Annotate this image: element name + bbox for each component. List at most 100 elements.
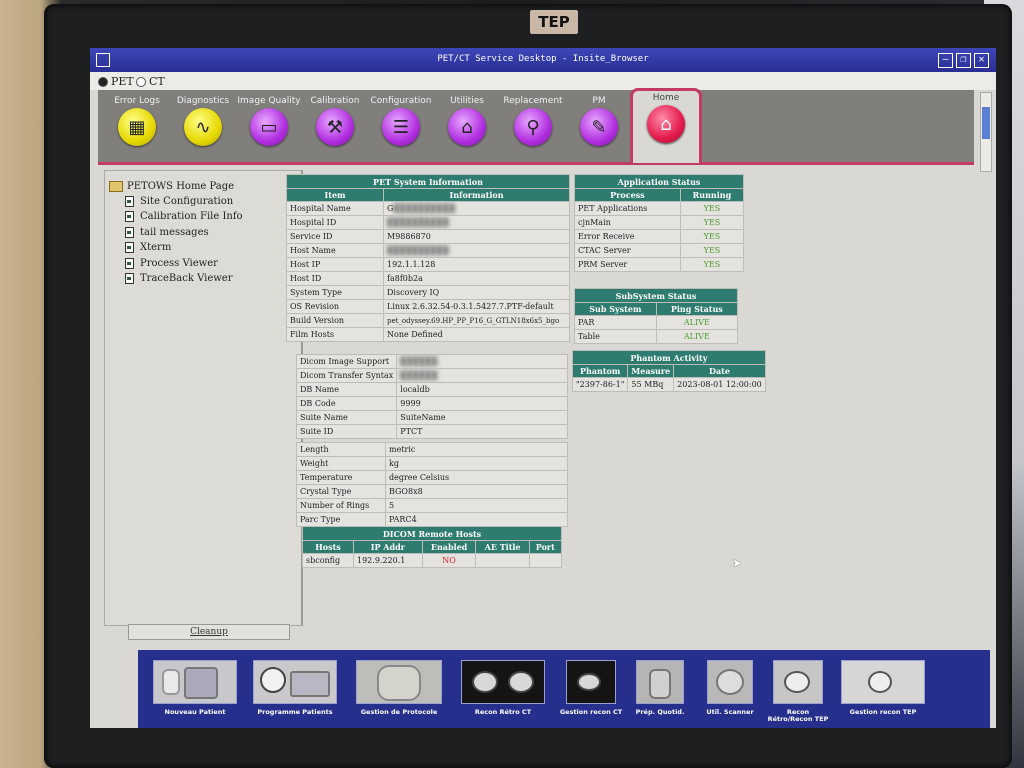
toolbar-label: Home: [652, 93, 680, 103]
column-header: Process: [574, 188, 681, 202]
task-programme-patients[interactable]: Programme Patients: [250, 660, 340, 724]
document-icon: [125, 227, 134, 238]
tree-item-tail-messages[interactable]: tail messages: [125, 227, 209, 238]
window-title: PET/CT Service Desktop - Insite_Browser: [437, 54, 649, 64]
table-row: Host IP 192.1.1.128: [286, 257, 570, 272]
info-cell: Linux 2.6.32.54-0.3.1.5427.7.PTF-default: [383, 299, 570, 314]
redacted-text: ██████████: [393, 204, 455, 213]
restore-button[interactable]: ❐: [956, 53, 971, 68]
log-icon: ▦: [118, 108, 156, 146]
item-cell: Suite Name: [295, 410, 398, 425]
minimize-button[interactable]: –: [938, 53, 953, 68]
info-cell: Discovery IQ: [383, 285, 570, 300]
info-cell: localdb: [396, 382, 568, 397]
toolbar-utilities[interactable]: Utilities ⌂: [434, 94, 500, 158]
ct-retro-recon-icon: [461, 660, 545, 704]
dicom-db-table: Dicom Image Support ██████ Dicom Transfer…: [295, 354, 568, 439]
tree-item-process-viewer[interactable]: Process Viewer: [125, 258, 218, 269]
cleanup-button[interactable]: Cleanup: [128, 624, 290, 640]
table-caption: Application Status: [574, 174, 744, 189]
info-cell: 5: [385, 498, 568, 513]
enabled-cell: NO: [421, 553, 477, 568]
column-header: Information: [383, 188, 570, 202]
radio-pet[interactable]: PET: [98, 75, 134, 88]
item-cell: Dicom Image Support: [295, 354, 398, 369]
task-prep-quotid[interactable]: Prép. Quotid.: [630, 660, 690, 724]
application-status-table: Application Status Process Running PET Ap…: [574, 174, 745, 272]
table-row: Length metric: [296, 442, 568, 457]
column-header: Phantom: [571, 364, 629, 378]
wrench-icon: ⚲: [514, 108, 552, 146]
acquisition-taskbar: Nouveau Patient Programme Patients Gesti…: [138, 650, 990, 728]
toolbar-label: Calibration: [310, 96, 360, 106]
radio-pet-label: PET: [111, 75, 134, 88]
tree-item-xterm[interactable]: Xterm: [125, 242, 171, 253]
task-nouveau-patient[interactable]: Nouveau Patient: [150, 660, 240, 724]
port-cell: [528, 553, 563, 568]
toolbar-calibration[interactable]: Calibration ⚒: [302, 94, 368, 158]
item-cell: Hospital ID: [286, 215, 384, 230]
home-icon: ⌂: [647, 105, 685, 143]
navigation-tree-panel: PETOWS Home Page Site Configuration Cali…: [104, 170, 303, 626]
info-cell: kg: [385, 456, 568, 471]
task-util-scanner[interactable]: Util. Scanner: [702, 660, 758, 724]
protocol-icon: [356, 660, 442, 704]
ping-cell: ALIVE: [655, 329, 739, 344]
task-gestion-recon-ct[interactable]: Gestion recon CT: [558, 660, 624, 724]
toolbar-image-quality[interactable]: Image Quality ▭: [236, 94, 302, 158]
image-quality-icon: ▭: [250, 108, 288, 146]
toolbar-pm[interactable]: PM ✎: [566, 94, 632, 158]
item-cell: Build Version: [286, 313, 384, 328]
column-header: Enabled: [421, 540, 477, 554]
calibration-icon: ⚒: [316, 108, 354, 146]
toolbar-home[interactable]: Home ⌂: [630, 88, 702, 163]
table-row: "2397-86-1" 55 MBq 2023-08-01 12:00:00: [571, 377, 766, 392]
toolbar-label: Image Quality: [237, 96, 301, 106]
subsystem-status-table: SubSystem Status Sub System Ping Status P…: [574, 288, 739, 344]
table-row: Host Name ██████████: [286, 243, 570, 258]
table-caption: Phantom Activity: [572, 350, 766, 365]
task-recon-retro-tep[interactable]: Recon Rétro/Recon TEP: [766, 660, 830, 724]
column-header: Sub System: [574, 302, 657, 316]
task-recon-retro-ct[interactable]: Recon Rétro CT: [460, 660, 546, 724]
patient-schedule-icon: [253, 660, 337, 704]
close-button[interactable]: ✕: [974, 53, 989, 68]
radio-ct[interactable]: CT: [136, 75, 165, 88]
table-row: Service ID M9886870: [286, 229, 570, 244]
toolbar-label: Diagnostics: [176, 96, 230, 106]
toolbar-configuration[interactable]: Configuration ☰: [368, 94, 434, 158]
monitor-screen: PET/CT Service Desktop - Insite_Browser …: [90, 48, 996, 728]
task-label: Recon Rétro/Recon TEP: [767, 708, 829, 723]
column-header: Measure: [627, 364, 675, 378]
column-header: Running: [679, 188, 745, 202]
units-table: Length metric Weight kg Temperature degree …: [296, 442, 568, 527]
table-row: CTAC Server YES: [574, 243, 745, 258]
table-row: Number of Rings 5: [296, 498, 568, 513]
running-cell: YES: [679, 243, 745, 258]
toolbar-error-logs[interactable]: Error Logs ▦: [104, 94, 170, 158]
table-row: OS Revision Linux 2.6.32.54-0.3.1.5427.7.…: [286, 299, 570, 314]
document-icon: [125, 211, 134, 222]
task-gestion-recon-tep[interactable]: Gestion recon TEP: [838, 660, 928, 724]
tree-item-traceback-viewer[interactable]: TraceBack Viewer: [125, 273, 233, 284]
tree-root-label: PETOWS Home Page: [127, 181, 235, 192]
tree-root[interactable]: PETOWS Home Page: [109, 181, 234, 192]
table-row: Host ID fa8f0b2a: [286, 271, 570, 286]
item-cell: Suite ID: [295, 424, 398, 439]
toolbar-replacement[interactable]: Replacement ⚲: [500, 94, 566, 158]
tree-item-calibration-file-info[interactable]: Calibration File Info: [125, 211, 243, 222]
task-label: Nouveau Patient: [164, 708, 226, 716]
info-cell: BGO8x8: [385, 484, 568, 499]
toolbar-diagnostics[interactable]: Diagnostics ∿: [170, 94, 236, 158]
item-cell: Host ID: [286, 271, 384, 286]
scrollbar-thumb[interactable]: [982, 107, 990, 139]
table-row: Error Receive YES: [574, 229, 745, 244]
task-gestion-protocole[interactable]: Gestion de Protocole: [354, 660, 444, 724]
daily-prep-icon: [636, 660, 684, 704]
table-row: Crystal Type BGO8x8: [296, 484, 568, 499]
running-cell: YES: [679, 201, 745, 216]
column-header: Port: [528, 540, 563, 554]
tree-item-site-configuration[interactable]: Site Configuration: [125, 196, 233, 207]
pet-retro-recon-icon: [773, 660, 823, 704]
toolbar-scrollbar[interactable]: [980, 92, 992, 172]
